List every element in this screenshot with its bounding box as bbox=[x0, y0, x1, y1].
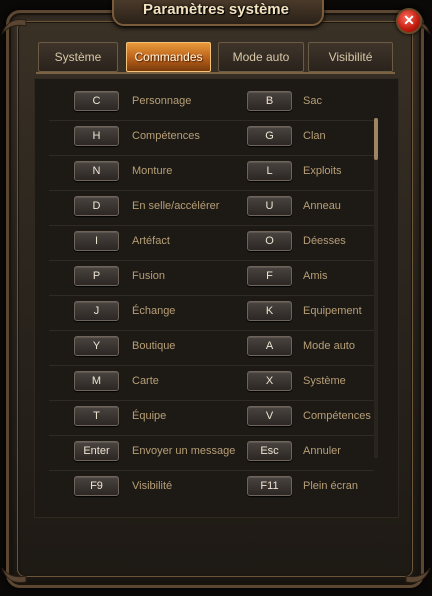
right-keycap[interactable]: Esc bbox=[247, 441, 292, 461]
left-action-label: Envoyer un message bbox=[132, 445, 236, 457]
right-action-label: Annuler bbox=[303, 445, 341, 457]
commands-panel: C Personnage B Sac H Compétences G Clan N Monture… bbox=[34, 78, 399, 518]
left-keycap[interactable]: N bbox=[74, 161, 119, 181]
right-action-label: Mode auto bbox=[303, 340, 355, 352]
close-icon: ✕ bbox=[403, 12, 415, 28]
left-action-label: Artéfact bbox=[132, 235, 170, 247]
right-keycap[interactable]: G bbox=[247, 126, 292, 146]
left-keycap[interactable]: I bbox=[74, 231, 119, 251]
command-row: T Équipe V Compétences bbox=[35, 401, 380, 436]
left-keycap[interactable]: C bbox=[74, 91, 119, 111]
right-keycap[interactable]: B bbox=[247, 91, 292, 111]
command-row: M Carte X Système bbox=[35, 366, 380, 401]
right-action-label: Compétences bbox=[303, 410, 371, 422]
command-row: P Fusion F Amis bbox=[35, 261, 380, 296]
command-row: I Artéfact O Déesses bbox=[35, 226, 380, 261]
right-action-label: Système bbox=[303, 375, 346, 387]
left-keycap[interactable]: Y bbox=[74, 336, 119, 356]
tab-mode-auto[interactable]: Mode auto bbox=[218, 42, 304, 72]
right-action-label: Exploits bbox=[303, 165, 342, 177]
left-keycap[interactable]: M bbox=[74, 371, 119, 391]
left-keycap[interactable]: P bbox=[74, 266, 119, 286]
command-row: H Compétences G Clan bbox=[35, 121, 380, 156]
right-action-label: Plein écran bbox=[303, 480, 359, 492]
left-keycap[interactable]: F9 bbox=[74, 476, 119, 496]
tab-systeme[interactable]: Système bbox=[38, 42, 118, 72]
right-action-label: Sac bbox=[303, 95, 322, 107]
left-action-label: En selle/accélérer bbox=[132, 200, 220, 212]
command-row: D En selle/accélérer U Anneau bbox=[35, 191, 380, 226]
right-action-label: Clan bbox=[303, 130, 326, 142]
scrollbar-thumb[interactable] bbox=[374, 118, 378, 160]
right-action-label: Amis bbox=[303, 270, 328, 282]
left-keycap[interactable]: T bbox=[74, 406, 119, 426]
ornament-horn-icon bbox=[405, 567, 431, 583]
command-row: Enter Envoyer un message Esc Annuler bbox=[35, 436, 380, 471]
scrollbar-track[interactable] bbox=[374, 118, 378, 458]
left-action-label: Carte bbox=[132, 375, 159, 387]
ornament-horn-icon bbox=[1, 567, 27, 583]
right-keycap[interactable]: F11 bbox=[247, 476, 292, 496]
right-action-label: Anneau bbox=[303, 200, 341, 212]
right-keycap[interactable]: K bbox=[247, 301, 292, 321]
left-action-label: Compétences bbox=[132, 130, 200, 142]
right-keycap[interactable]: F bbox=[247, 266, 292, 286]
left-keycap[interactable]: Enter bbox=[74, 441, 119, 461]
right-action-label: Equipement bbox=[303, 305, 362, 317]
tab-bar: Système Commandes Mode auto Visibilité bbox=[38, 42, 393, 72]
left-keycap[interactable]: D bbox=[74, 196, 119, 216]
command-row: F9 Visibilité F11 Plein écran bbox=[35, 471, 380, 506]
right-keycap[interactable]: V bbox=[247, 406, 292, 426]
ornament-horn-icon bbox=[1, 19, 27, 35]
left-action-label: Échange bbox=[132, 305, 176, 317]
tab-underline bbox=[36, 72, 395, 74]
tab-visibilite[interactable]: Visibilité bbox=[308, 42, 393, 72]
right-keycap[interactable]: L bbox=[247, 161, 292, 181]
left-action-label: Équipe bbox=[132, 410, 167, 422]
close-button[interactable]: ✕ bbox=[396, 8, 422, 34]
left-action-label: Personnage bbox=[132, 95, 192, 107]
right-keycap[interactable]: O bbox=[247, 231, 292, 251]
right-keycap[interactable]: A bbox=[247, 336, 292, 356]
command-row: C Personnage B Sac bbox=[35, 86, 380, 121]
left-action-label: Boutique bbox=[132, 340, 176, 352]
right-keycap[interactable]: X bbox=[247, 371, 292, 391]
command-row: N Monture L Exploits bbox=[35, 156, 380, 191]
command-row: J Échange K Equipement bbox=[35, 296, 380, 331]
window-title: Paramètres système bbox=[143, 1, 289, 18]
left-action-label: Visibilité bbox=[132, 480, 173, 492]
left-keycap[interactable]: H bbox=[74, 126, 119, 146]
tab-commandes[interactable]: Commandes bbox=[126, 42, 211, 72]
command-row: Y Boutique A Mode auto bbox=[35, 331, 380, 366]
left-action-label: Monture bbox=[132, 165, 173, 177]
right-keycap[interactable]: U bbox=[247, 196, 292, 216]
right-action-label: Déesses bbox=[303, 235, 346, 247]
left-keycap[interactable]: J bbox=[74, 301, 119, 321]
left-action-label: Fusion bbox=[132, 270, 166, 282]
